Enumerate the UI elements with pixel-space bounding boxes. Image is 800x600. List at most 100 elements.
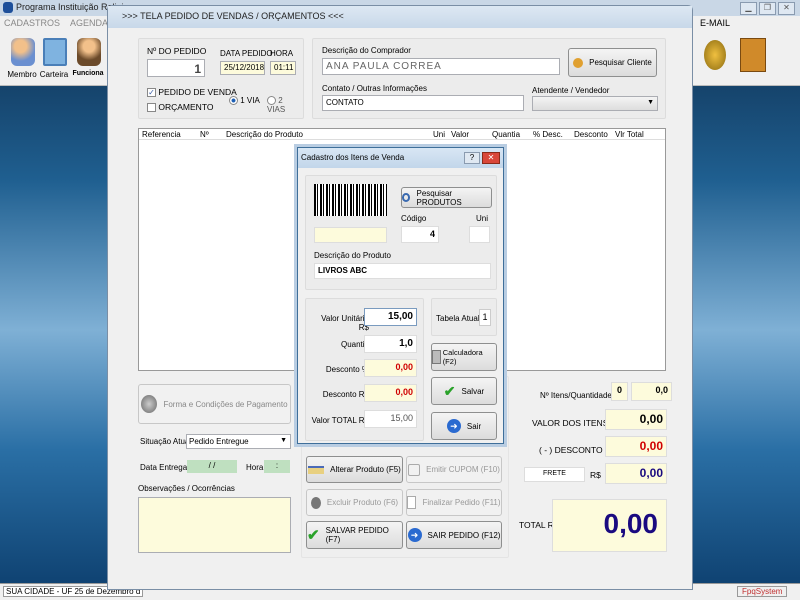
search-products-button[interactable]: Pesquisar PRODUTOS	[401, 187, 492, 208]
toolbar-membro[interactable]: Membro	[6, 34, 38, 84]
quantity-total-field: 0,0	[631, 382, 672, 401]
menu-cadastros[interactable]: CADASTROS	[4, 18, 60, 28]
toolbar-label: Carteira	[39, 70, 69, 79]
discount-value-field[interactable]: 0,00	[364, 384, 417, 402]
freight-currency-label: R$	[590, 470, 601, 480]
col-desconto: Desconto	[574, 130, 608, 139]
delivery-time-field[interactable]: :	[264, 460, 290, 473]
toolbar-label: Membro	[7, 70, 37, 79]
restore-button[interactable]: ❐	[759, 2, 776, 15]
save-order-button[interactable]: ✔ SALVAR PEDIDO (F7)	[306, 521, 403, 549]
help-button[interactable]: ?	[464, 152, 480, 164]
dialog-titlebar: Cadastro dos Itens de Venda ? ✕	[298, 148, 503, 168]
dialog-close-button[interactable]: ✕	[482, 152, 500, 164]
radio-label: 1 VIA	[240, 96, 260, 105]
orcamento-checkbox[interactable]: ORÇAMENTO	[147, 102, 213, 113]
discount-pct-label: Desconto %	[325, 365, 369, 374]
notes-textarea[interactable]	[138, 497, 291, 553]
delivery-date-field[interactable]: / /	[187, 460, 237, 473]
order-date-field[interactable]: 25/12/2018	[220, 61, 265, 75]
coins-icon	[141, 395, 158, 413]
status-select[interactable]: Pedido Entregue ▼	[186, 434, 291, 449]
unit-price-field[interactable]: 15,00	[364, 308, 417, 326]
finalize-order-button[interactable]: Finalizar Pedido (F11)	[406, 489, 502, 516]
delivery-time-label: Hora	[246, 463, 264, 472]
freight-label-field[interactable]: FRETE	[524, 467, 585, 482]
discount-value-label: Desconto R$	[322, 390, 369, 399]
money-icon[interactable]	[704, 40, 726, 70]
search-client-button[interactable]: Pesquisar Cliente	[568, 48, 657, 77]
checkmark-icon: ✔	[443, 382, 456, 399]
exit-order-button[interactable]: ➜ SAIR PEDIDO (F12)	[406, 521, 502, 549]
status-brand: FpqSystem	[737, 586, 788, 597]
minimize-button[interactable]: ▁	[740, 2, 757, 15]
items-count-label: Nº Itens/Quantidade	[540, 391, 612, 400]
radio-icon	[267, 96, 276, 106]
unit-label: Uni	[476, 214, 489, 223]
checkbox-checked-icon: ✓	[147, 88, 156, 98]
contact-field[interactable]: CONTATO	[322, 95, 524, 111]
radio-1-via[interactable]: 1 VIA	[229, 96, 260, 106]
price-table-field[interactable]: 1	[479, 309, 491, 326]
col-total: Vlr Total	[615, 130, 644, 139]
price-table-label: Tabela Atual	[436, 314, 480, 323]
code-label: Código	[401, 214, 427, 223]
button-label: Excluir Produto (F6)	[326, 498, 399, 507]
seller-select[interactable]: ▼	[532, 96, 658, 111]
payment-conditions-button[interactable]: Forma e Condições de Pagamento	[138, 384, 291, 424]
notes-label: Observações / Ocorrências	[138, 484, 235, 493]
members-icon	[11, 38, 35, 66]
col-desc-pct: % Desc.	[533, 130, 563, 139]
discount-pct-field[interactable]: 0,00	[364, 359, 417, 377]
status-label: Situação Atual	[140, 437, 192, 446]
col-descricao: Descrição do Produto	[226, 130, 303, 139]
button-label: Calculadora (F2)	[442, 348, 483, 366]
app-logo-icon	[3, 2, 13, 13]
order-window-title: >>> TELA PEDIDO DE VENDAS / ORÇAMENTOS <…	[108, 6, 692, 28]
dialog-save-button[interactable]: ✔ Salvar	[431, 377, 497, 405]
radio-2-vias[interactable]: 2 VIAS	[267, 96, 303, 114]
id-card-icon	[43, 38, 67, 66]
dialog-exit-button[interactable]: ➜ Sair	[431, 412, 497, 440]
button-label: Finalizar Pedido (F11)	[422, 498, 501, 507]
buyer-label: Descrição do Comprador	[322, 46, 411, 55]
product-desc-field[interactable]: LIVROS ABC	[314, 263, 491, 279]
order-number-field[interactable]: 1	[147, 59, 205, 77]
arrow-right-circle-icon: ➜	[407, 528, 422, 542]
quantity-label: Quantia	[340, 340, 369, 349]
button-label: Emitir CUPOM (F10)	[426, 465, 500, 474]
toolbar-carteira[interactable]: Carteira	[38, 34, 70, 84]
checkbox-icon	[147, 103, 156, 113]
quantity-field[interactable]: 1,0	[364, 335, 417, 353]
unit-field[interactable]	[469, 226, 490, 243]
discount-field: 0,00	[605, 436, 667, 457]
delete-product-button[interactable]: Excluir Produto (F6)	[306, 489, 403, 516]
product-group: Pesquisar PRODUTOS Código 4 Uni Descriçã…	[305, 175, 497, 290]
document-check-icon	[407, 496, 417, 509]
barcode-field[interactable]	[314, 227, 387, 243]
menu-email[interactable]: E-MAIL	[700, 18, 730, 28]
calculator-button[interactable]: Calculadora (F2)	[431, 343, 497, 371]
emit-cupom-button[interactable]: Emitir CUPOM (F10)	[406, 456, 502, 483]
alter-product-button[interactable]: Alterar Produto (F5)	[306, 456, 403, 483]
col-referencia: Referencia	[142, 130, 181, 139]
buyer-field[interactable]: ANA PAULA CORREA	[322, 58, 560, 75]
button-label: Salvar	[461, 386, 485, 396]
item-total-label: Valor TOTAL R$	[311, 416, 369, 425]
table-header: Referencia Nº Descrição do Produto Uni V…	[139, 129, 665, 140]
delete-icon	[310, 496, 321, 509]
item-total-field: 15,00	[364, 410, 417, 428]
arrow-right-circle-icon: ➜	[446, 419, 461, 433]
toolbar-funcionario[interactable]: Funciona	[72, 34, 104, 84]
contact-label: Contato / Outras Informações	[322, 84, 427, 93]
close-button[interactable]: ✕	[778, 2, 795, 15]
checkmark-icon: ✔	[307, 527, 320, 544]
pedido-venda-checkbox[interactable]: ✓ PEDIDO DE VENDA	[147, 87, 237, 98]
order-time-field[interactable]: 01:11	[270, 61, 296, 75]
exit-door-icon[interactable]	[740, 38, 766, 72]
code-field[interactable]: 4	[401, 226, 439, 243]
button-label: SALVAR PEDIDO (F7)	[325, 526, 389, 544]
magnifier-icon	[402, 193, 411, 202]
edit-icon	[308, 465, 325, 474]
col-quantia: Quantia	[492, 130, 521, 139]
